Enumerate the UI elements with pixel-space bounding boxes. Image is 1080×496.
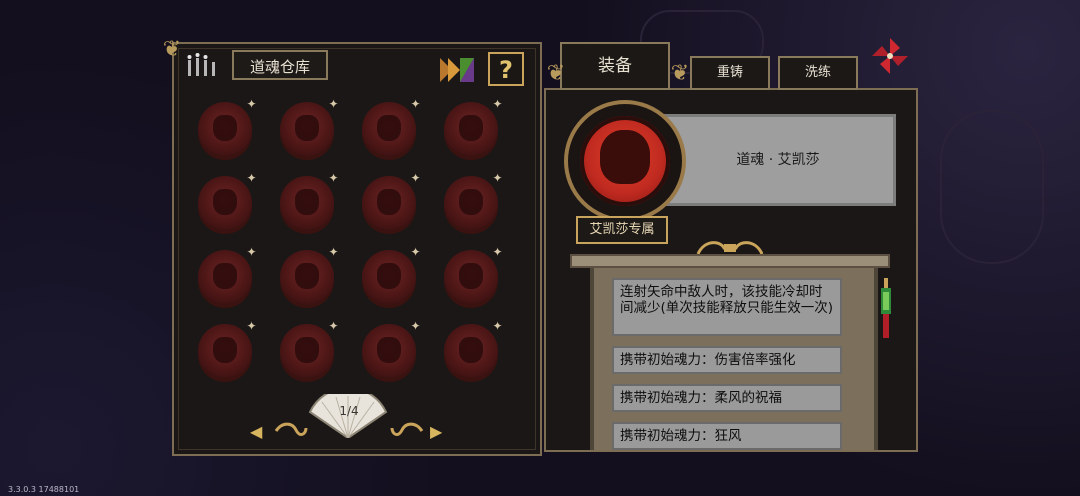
soul-slot[interactable]: ✦ (442, 246, 503, 304)
star-icon: ✦ (328, 245, 339, 259)
star-icon: ✦ (246, 171, 257, 185)
soul-slot[interactable]: ✦ (278, 172, 339, 230)
star-icon: ✦ (328, 171, 339, 185)
soul-slot[interactable]: ✦ (278, 246, 339, 304)
soul-slot[interactable]: ✦ (196, 246, 257, 304)
soul-face-icon (295, 115, 319, 141)
star-icon: ✦ (246, 245, 257, 259)
soul-name: 道魂 · 艾凯莎 (660, 114, 896, 206)
prev-page-arrow-icon[interactable]: ◀ (250, 422, 262, 441)
tab-refine[interactable]: 洗练 (778, 56, 858, 90)
sort-toggle-icon[interactable] (438, 54, 476, 86)
star-icon: ✦ (492, 245, 503, 259)
soul-character-icon (600, 130, 650, 184)
soul-slot[interactable]: ✦ (360, 172, 421, 230)
star-icon: ✦ (246, 319, 257, 333)
corner-ornament-icon: ❦ (546, 61, 566, 86)
candle-icon (187, 53, 215, 76)
effect-item: 携带初始魂力：狂风 (612, 422, 842, 450)
star-icon: ✦ (410, 171, 421, 185)
star-icon: ✦ (328, 97, 339, 111)
scroll-rod (570, 254, 890, 268)
soul-face-icon (213, 189, 237, 215)
soul-slot[interactable]: ✦ (278, 320, 339, 378)
soul-slot[interactable]: ✦ (360, 98, 421, 156)
star-icon: ✦ (492, 171, 503, 185)
pagination: ◀ 1/4 ▶ (244, 394, 454, 448)
page-indicator: 1/4 (339, 404, 359, 418)
star-icon: ✦ (410, 97, 421, 111)
soul-slot[interactable]: ✦ (278, 98, 339, 156)
corner-ornament-icon: ❦ (670, 61, 690, 86)
effect-item: 携带初始魂力：柔风的祝福 (612, 384, 842, 412)
help-button[interactable]: ? (488, 52, 524, 86)
version-label: 3.3.0.3 17488101 (8, 485, 80, 494)
soul-slot[interactable]: ✦ (360, 320, 421, 378)
effect-list: 连射矢命中敌人时，该技能冷却时间减少(单次技能释放只能生效一次) 携带初始魂力：… (612, 278, 842, 460)
soul-face-icon (377, 337, 401, 363)
soul-face-icon (377, 115, 401, 141)
soul-face-icon (459, 189, 483, 215)
soul-slot[interactable]: ✦ (442, 98, 503, 156)
soul-face-icon (213, 263, 237, 289)
corner-ornament-icon: ❦ (162, 37, 182, 62)
tassel-icon (881, 278, 891, 338)
star-icon: ✦ (410, 319, 421, 333)
exclusive-badge: 艾凯莎专属 (576, 216, 668, 244)
soul-slot[interactable]: ✦ (196, 172, 257, 230)
soul-slot[interactable]: ✦ (196, 320, 257, 378)
soul-face-icon (295, 263, 319, 289)
soul-slot[interactable]: ✦ (360, 246, 421, 304)
storage-title: 道魂仓库 (232, 50, 328, 80)
effect-item: 连射矢命中敌人时，该技能冷却时间减少(单次技能释放只能生效一次) (612, 278, 842, 336)
soul-face-icon (213, 337, 237, 363)
scroll-ornament-icon (390, 422, 424, 436)
soul-slot[interactable]: ✦ (442, 172, 503, 230)
soul-face-icon (459, 263, 483, 289)
soul-face-icon (377, 263, 401, 289)
soul-face-icon (459, 115, 483, 141)
background-ornament (940, 110, 1044, 264)
soul-slot[interactable]: ✦ (196, 98, 257, 156)
tab-equip[interactable]: 装备 (560, 42, 670, 90)
soul-slot[interactable]: ✦ (442, 320, 503, 378)
soul-face-icon (295, 337, 319, 363)
next-page-arrow-icon[interactable]: ▶ (430, 422, 442, 441)
effect-item: 携带初始魂力：伤害倍率强化 (612, 346, 842, 374)
soul-face-icon (213, 115, 237, 141)
pinwheel-icon[interactable] (870, 36, 910, 76)
soul-face-icon (295, 189, 319, 215)
star-icon: ✦ (410, 245, 421, 259)
tab-recast[interactable]: 重铸 (690, 56, 770, 90)
star-icon: ✦ (492, 319, 503, 333)
star-icon: ✦ (492, 97, 503, 111)
soul-face-icon (377, 189, 401, 215)
equipped-soul-portrait (564, 100, 686, 222)
soul-face-icon (459, 337, 483, 363)
star-icon: ✦ (246, 97, 257, 111)
soul-grid: ✦ ✦ ✦ ✦ ✦ ✦ ✦ ✦ ✦ ✦ ✦ ✦ ✦ ✦ ✦ ✦ (196, 98, 516, 394)
star-icon: ✦ (328, 319, 339, 333)
scroll-ornament-icon (274, 422, 308, 436)
